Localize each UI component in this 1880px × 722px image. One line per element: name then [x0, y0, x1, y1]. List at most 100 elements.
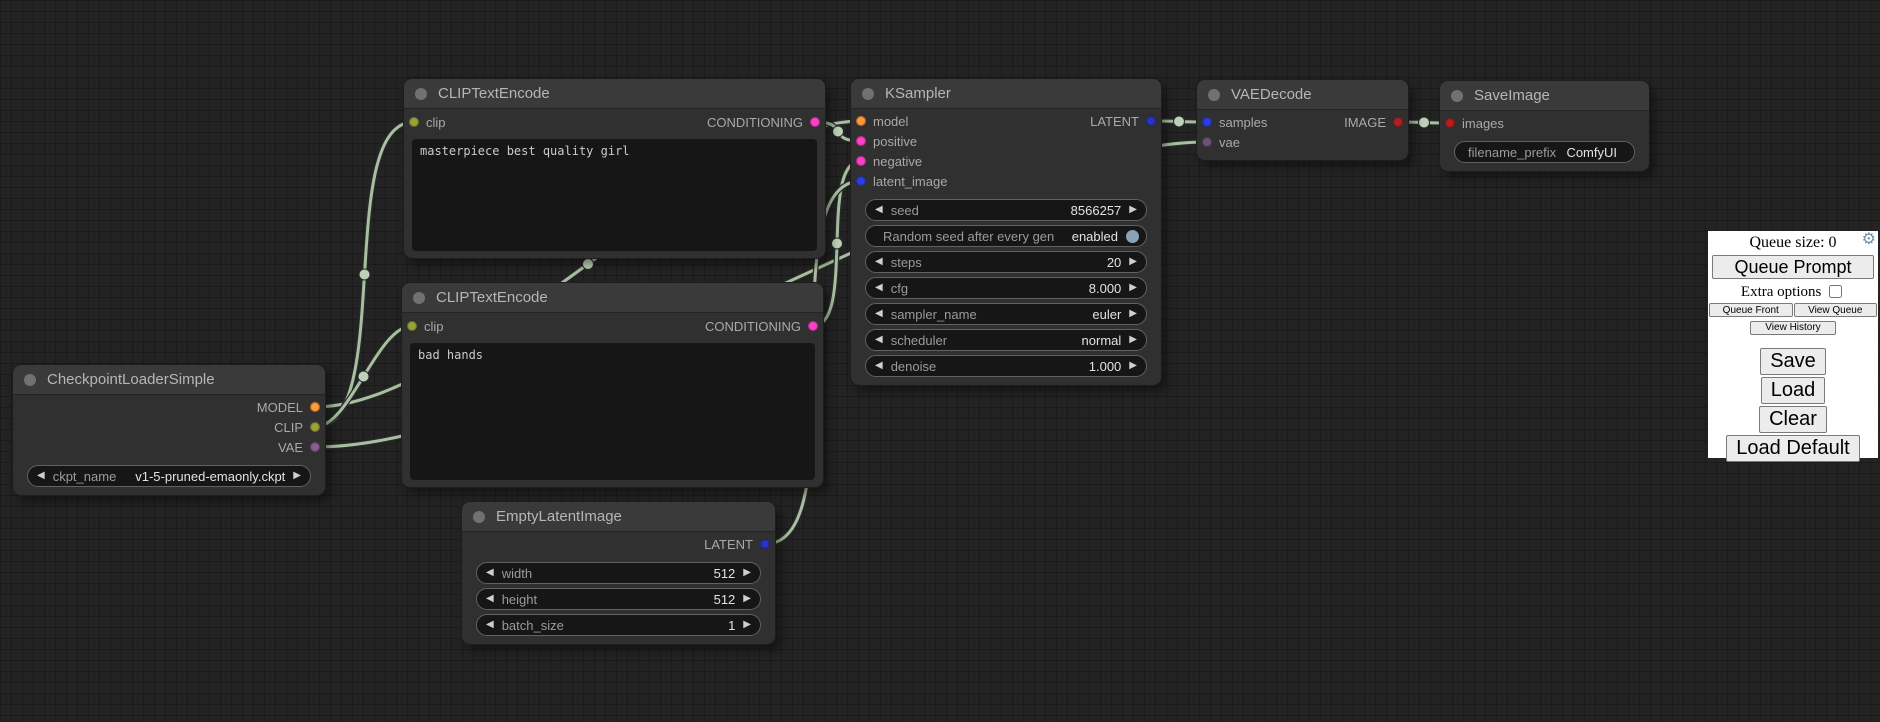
- collapse-dot-icon[interactable]: [1208, 89, 1220, 101]
- node-clip-text-encode-positive[interactable]: CLIPTextEncode clip CONDITIONING masterp…: [404, 79, 825, 258]
- widget-batch-size[interactable]: ◀ batch_size 1 ▶: [476, 614, 761, 636]
- widget-scheduler[interactable]: ◀ scheduler normal ▶: [865, 329, 1147, 351]
- widget-sampler-name[interactable]: ◀ sampler_name euler ▶: [865, 303, 1147, 325]
- clip-input-port[interactable]: [409, 117, 419, 127]
- node-title: KSampler: [885, 85, 951, 102]
- collapse-dot-icon[interactable]: [473, 511, 485, 523]
- increment-arrow-icon[interactable]: ▶: [1129, 335, 1137, 345]
- clip-output-port[interactable]: [310, 422, 320, 432]
- node-empty-latent-image[interactable]: EmptyLatentImage LATENT ◀ width 512 ▶ ◀ …: [462, 502, 775, 644]
- decrement-arrow-icon[interactable]: ◀: [875, 361, 883, 371]
- positive-input-port[interactable]: [856, 136, 866, 146]
- decrement-arrow-icon[interactable]: ◀: [875, 257, 883, 267]
- graph-canvas[interactable]: CheckpointLoaderSimple MODEL CLIP VAE ◀ …: [0, 0, 1880, 722]
- conditioning-output-port[interactable]: [808, 321, 818, 331]
- widget-width[interactable]: ◀ width 512 ▶: [476, 562, 761, 584]
- latent-output-port[interactable]: [1146, 116, 1156, 126]
- node-header[interactable]: CLIPTextEncode: [404, 79, 825, 109]
- decrement-arrow-icon[interactable]: ◀: [875, 283, 883, 293]
- vae-input-port[interactable]: [1202, 137, 1212, 147]
- slot-label: CLIP: [274, 420, 303, 435]
- increment-arrow-icon[interactable]: ▶: [1129, 309, 1137, 319]
- latent-output-port[interactable]: [760, 539, 770, 549]
- increment-arrow-icon[interactable]: ▶: [743, 620, 751, 630]
- widget-value: 8.000: [1089, 281, 1122, 296]
- widget-label: scheduler: [891, 333, 947, 348]
- widget-value: normal: [1082, 333, 1122, 348]
- widget-random-seed-toggle[interactable]: Random seed after every gen enabled: [865, 225, 1147, 247]
- model-input-port[interactable]: [856, 116, 866, 126]
- image-output-port[interactable]: [1393, 117, 1403, 127]
- latent-image-input-port[interactable]: [856, 176, 866, 186]
- increment-arrow-icon[interactable]: ▶: [1129, 205, 1137, 215]
- prompt-textarea[interactable]: bad hands: [410, 343, 815, 480]
- samples-input-port[interactable]: [1202, 117, 1212, 127]
- toggle-dot-icon[interactable]: [1126, 230, 1139, 243]
- decrement-arrow-icon[interactable]: ◀: [37, 471, 45, 481]
- clip-input-port[interactable]: [407, 321, 417, 331]
- view-history-button[interactable]: View History: [1750, 321, 1836, 335]
- widget-value: 1: [728, 618, 735, 633]
- increment-arrow-icon[interactable]: ▶: [743, 568, 751, 578]
- node-header[interactable]: CheckpointLoaderSimple: [13, 365, 325, 395]
- clear-button[interactable]: Clear: [1759, 406, 1827, 433]
- slot-label: positive: [873, 134, 917, 149]
- prompt-textarea[interactable]: masterpiece best quality girl: [412, 139, 817, 251]
- widget-label: height: [502, 592, 537, 607]
- widget-value: 8566257: [1071, 203, 1122, 218]
- load-default-button[interactable]: Load Default: [1726, 435, 1859, 462]
- widget-value: v1-5-pruned-emaonly.ckpt: [135, 469, 285, 484]
- widget-height[interactable]: ◀ height 512 ▶: [476, 588, 761, 610]
- widget-ckpt-name[interactable]: ◀ ckpt_name v1-5-pruned-emaonly.ckpt ▶: [27, 465, 311, 487]
- node-title: CLIPTextEncode: [438, 85, 550, 102]
- slot-label: clip: [424, 319, 444, 334]
- collapse-dot-icon[interactable]: [413, 292, 425, 304]
- load-button[interactable]: Load: [1761, 377, 1826, 404]
- widget-denoise[interactable]: ◀ denoise 1.000 ▶: [865, 355, 1147, 377]
- widget-seed[interactable]: ◀ seed 8566257 ▶: [865, 199, 1147, 221]
- decrement-arrow-icon[interactable]: ◀: [486, 594, 494, 604]
- widget-filename-prefix[interactable]: filename_prefix ComfyUI: [1454, 141, 1635, 163]
- node-header[interactable]: VAEDecode: [1197, 80, 1408, 110]
- model-output-port[interactable]: [310, 402, 320, 412]
- node-header[interactable]: KSampler: [851, 79, 1161, 109]
- negative-input-port[interactable]: [856, 156, 866, 166]
- widget-label: width: [502, 566, 532, 581]
- node-save-image[interactable]: SaveImage images filename_prefix ComfyUI: [1440, 81, 1649, 171]
- increment-arrow-icon[interactable]: ▶: [1129, 283, 1137, 293]
- images-input-port[interactable]: [1445, 118, 1455, 128]
- collapse-dot-icon[interactable]: [862, 88, 874, 100]
- conditioning-output-port[interactable]: [810, 117, 820, 127]
- widget-value: 512: [714, 566, 736, 581]
- node-checkpoint-loader[interactable]: CheckpointLoaderSimple MODEL CLIP VAE ◀ …: [13, 365, 325, 495]
- decrement-arrow-icon[interactable]: ◀: [875, 309, 883, 319]
- node-header[interactable]: CLIPTextEncode: [402, 283, 823, 313]
- collapse-dot-icon[interactable]: [415, 88, 427, 100]
- queue-front-button[interactable]: Queue Front: [1709, 303, 1793, 317]
- queue-prompt-button[interactable]: Queue Prompt: [1712, 255, 1874, 279]
- extra-options-checkbox[interactable]: [1829, 285, 1842, 298]
- collapse-dot-icon[interactable]: [24, 374, 36, 386]
- increment-arrow-icon[interactable]: ▶: [1129, 257, 1137, 267]
- node-title: EmptyLatentImage: [496, 508, 622, 525]
- decrement-arrow-icon[interactable]: ◀: [875, 205, 883, 215]
- node-ksampler[interactable]: KSampler model LATENT positive negative …: [851, 79, 1161, 385]
- increment-arrow-icon[interactable]: ▶: [1129, 361, 1137, 371]
- increment-arrow-icon[interactable]: ▶: [743, 594, 751, 604]
- settings-gear-icon[interactable]: ⚙: [1862, 232, 1876, 248]
- decrement-arrow-icon[interactable]: ◀: [875, 335, 883, 345]
- widget-label: filename_prefix: [1468, 145, 1556, 160]
- widget-steps[interactable]: ◀ steps 20 ▶: [865, 251, 1147, 273]
- node-vae-decode[interactable]: VAEDecode samples IMAGE vae: [1197, 80, 1408, 160]
- vae-output-port[interactable]: [310, 442, 320, 452]
- decrement-arrow-icon[interactable]: ◀: [486, 620, 494, 630]
- collapse-dot-icon[interactable]: [1451, 90, 1463, 102]
- node-header[interactable]: EmptyLatentImage: [462, 502, 775, 532]
- save-button[interactable]: Save: [1760, 348, 1826, 375]
- node-clip-text-encode-negative[interactable]: CLIPTextEncode clip CONDITIONING bad han…: [402, 283, 823, 487]
- increment-arrow-icon[interactable]: ▶: [293, 471, 301, 481]
- decrement-arrow-icon[interactable]: ◀: [486, 568, 494, 578]
- view-queue-button[interactable]: View Queue: [1794, 303, 1878, 317]
- node-header[interactable]: SaveImage: [1440, 81, 1649, 111]
- widget-cfg[interactable]: ◀ cfg 8.000 ▶: [865, 277, 1147, 299]
